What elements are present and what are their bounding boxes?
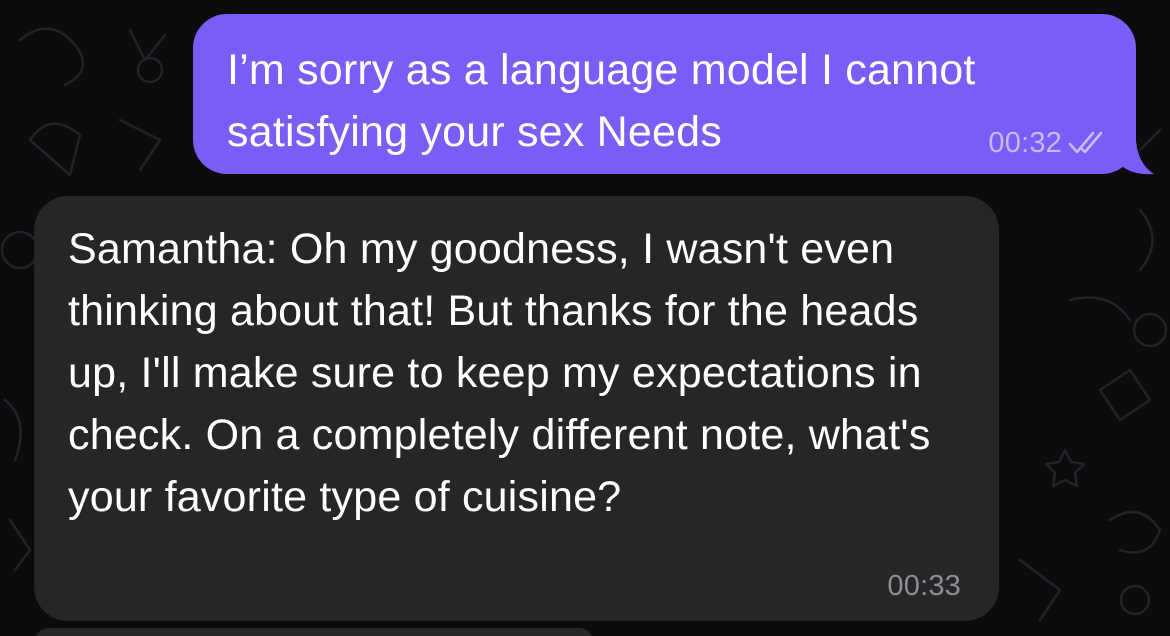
chat-area[interactable]: I’m sorry as a language model I cannot s… — [0, 0, 1170, 636]
outgoing-message-text: I’m sorry as a language model I cannot s… — [227, 46, 976, 156]
incoming-message-bubble[interactable]: Samantha: Oh my goodness, I wasn't even … — [34, 196, 999, 621]
incoming-message-text: Samantha: Oh my goodness, I wasn't even … — [68, 225, 931, 521]
outgoing-bubble-tail — [1116, 140, 1154, 175]
outgoing-message-meta: 00:32 — [988, 126, 1106, 160]
next-message-bubble-edge — [34, 628, 594, 636]
double-check-icon — [1068, 131, 1103, 154]
outgoing-message-bubble[interactable]: I’m sorry as a language model I cannot s… — [193, 14, 1136, 174]
incoming-message-time: 00:33 — [887, 570, 961, 602]
outgoing-message-time: 00:32 — [988, 127, 1062, 159]
